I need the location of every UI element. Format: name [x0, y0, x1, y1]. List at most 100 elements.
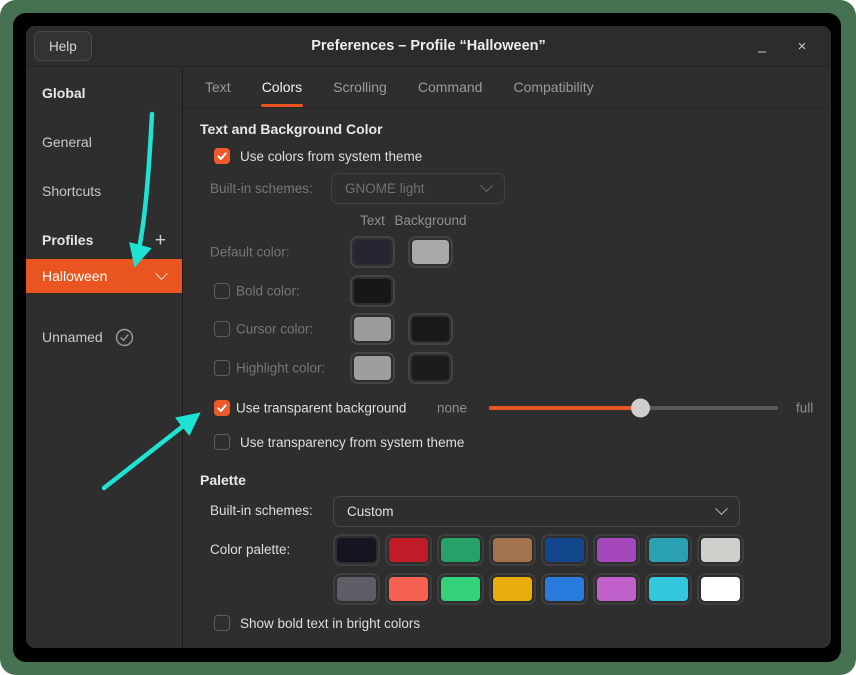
- text-bg-heading: Text and Background Color: [200, 121, 383, 137]
- chevron-down-icon: [480, 179, 493, 193]
- palette-heading: Palette: [200, 472, 246, 488]
- slider-fill: [489, 398, 650, 418]
- close-icon: ×: [797, 37, 807, 55]
- show-bold-label: Show bold text in bright colors: [240, 615, 421, 631]
- tab-scrolling[interactable]: Scrolling: [333, 67, 387, 107]
- window-body: Global General Shortcuts Profiles + Hall…: [26, 67, 831, 648]
- palette-color-10[interactable]: [437, 573, 484, 605]
- palette-color-11[interactable]: [489, 573, 536, 605]
- palette-row-1: [333, 534, 744, 566]
- tab-colors[interactable]: Colors: [260, 67, 304, 107]
- cursor-color-row: Cursor color:: [183, 313, 831, 345]
- show-bold-checkbox[interactable]: [214, 615, 230, 631]
- builtin-schemes-value-palette: Custom: [347, 504, 394, 519]
- column-header-background: Background: [394, 213, 467, 228]
- default-text-color-swatch: [350, 236, 395, 268]
- highlight-color-label: Highlight color:: [236, 360, 326, 376]
- sidebar-item-general-label: General: [42, 134, 92, 150]
- bold-color-label: Bold color:: [236, 283, 300, 299]
- minimize-button[interactable]: –: [749, 33, 775, 60]
- minimize-icon: –: [757, 42, 767, 60]
- palette-color-0[interactable]: [333, 534, 380, 566]
- builtin-schemes-dropdown-textbg: GNOME light: [331, 173, 505, 204]
- tab-command[interactable]: Command: [418, 67, 483, 107]
- bold-color-row: Bold color:: [183, 275, 831, 307]
- palette-color-3[interactable]: [489, 534, 536, 566]
- slider-min-label: none: [437, 400, 468, 416]
- default-color-row: Default color:: [183, 236, 831, 268]
- checkmark-icon: [217, 404, 227, 412]
- preferences-window: Help Preferences – Profile “Halloween” –…: [26, 26, 831, 648]
- window-controls: – ×: [749, 33, 815, 60]
- palette-color-15[interactable]: [697, 573, 744, 605]
- use-transparent-background-checkbox[interactable]: [214, 400, 230, 416]
- titlebar: Help Preferences – Profile “Halloween” –…: [26, 26, 831, 67]
- palette-color-13[interactable]: [593, 573, 640, 605]
- sidebar-header-profiles: Profiles +: [26, 223, 182, 257]
- check-circle-icon: [115, 328, 133, 346]
- highlight-foreground-swatch: [350, 352, 395, 384]
- transparency-slider[interactable]: [489, 398, 778, 418]
- tab-bar: Text Colors Scrolling Command Compatibil…: [183, 67, 831, 108]
- sidebar-header-profiles-label: Profiles: [42, 232, 94, 248]
- builtin-schemes-dropdown-palette[interactable]: Custom: [333, 496, 740, 527]
- main-panel: Text Colors Scrolling Command Compatibil…: [183, 67, 831, 648]
- palette-color-5[interactable]: [593, 534, 640, 566]
- transparency-from-theme-checkbox[interactable]: [214, 434, 230, 450]
- sidebar-item-shortcuts-label: Shortcuts: [42, 183, 102, 199]
- sidebar-header-global-label: Global: [42, 85, 86, 101]
- palette-color-1[interactable]: [385, 534, 432, 566]
- palette-color-2[interactable]: [437, 534, 484, 566]
- palette-color-7[interactable]: [697, 534, 744, 566]
- palette-color-12[interactable]: [541, 573, 588, 605]
- close-button[interactable]: ×: [789, 33, 815, 59]
- palette-color-4[interactable]: [541, 534, 588, 566]
- transparent-background-row: Use transparent background none full: [183, 392, 831, 424]
- palette-color-6[interactable]: [645, 534, 692, 566]
- cursor-foreground-swatch: [350, 313, 395, 345]
- sidebar-item-general[interactable]: General: [26, 125, 182, 159]
- sidebar-item-shortcuts[interactable]: Shortcuts: [26, 174, 182, 208]
- palette-color-8[interactable]: [333, 573, 380, 605]
- chevron-down-icon: [715, 502, 728, 516]
- window-shadow: Help Preferences – Profile “Halloween” –…: [13, 13, 841, 662]
- bold-color-checkbox: [214, 283, 230, 299]
- color-palette-label: Color palette:: [210, 542, 291, 557]
- tab-compatibility[interactable]: Compatibility: [513, 67, 593, 107]
- slider-max-label: full: [796, 400, 814, 416]
- palette-row-2: [333, 573, 744, 605]
- default-color-label: Default color:: [210, 244, 290, 260]
- sidebar-header-global: Global: [26, 76, 182, 110]
- column-header-text: Text: [360, 213, 385, 228]
- transparency-from-theme-label: Use transparency from system theme: [240, 434, 465, 450]
- use-system-theme-checkbox[interactable]: [214, 148, 230, 164]
- default-background-color-swatch: [408, 236, 453, 268]
- builtin-schemes-label-textbg: Built-in schemes:: [210, 181, 313, 196]
- colors-tab-content: Text and Background Color Use colors fro…: [183, 107, 831, 648]
- show-bold-row: Show bold text in bright colors: [214, 615, 420, 631]
- checkmark-icon: [217, 152, 227, 160]
- help-button[interactable]: Help: [34, 31, 92, 61]
- cursor-color-label: Cursor color:: [236, 321, 314, 337]
- slider-handle[interactable]: [631, 398, 650, 418]
- palette-color-9[interactable]: [385, 573, 432, 605]
- sidebar-item-unnamed[interactable]: Unnamed: [26, 320, 182, 354]
- tab-text[interactable]: Text: [205, 67, 231, 107]
- highlight-color-checkbox: [214, 360, 230, 376]
- transparency-from-theme-row: Use transparency from system theme: [214, 434, 464, 450]
- use-system-theme-row: Use colors from system theme: [214, 148, 422, 164]
- screenshot-canvas: Help Preferences – Profile “Halloween” –…: [0, 0, 856, 675]
- use-transparent-background-label: Use transparent background: [236, 400, 407, 416]
- cursor-color-checkbox: [214, 321, 230, 337]
- window-title: Preferences – Profile “Halloween”: [311, 38, 546, 54]
- use-system-theme-label: Use colors from system theme: [240, 148, 423, 164]
- cursor-background-swatch: [408, 313, 453, 345]
- highlight-color-row: Highlight color:: [183, 352, 831, 384]
- add-profile-button[interactable]: +: [155, 231, 166, 250]
- sidebar-item-halloween[interactable]: Halloween: [26, 259, 182, 293]
- builtin-schemes-value-textbg: GNOME light: [345, 181, 425, 196]
- builtin-schemes-label-palette: Built-in schemes:: [210, 503, 313, 518]
- chevron-down-icon[interactable]: [155, 266, 168, 280]
- palette-color-14[interactable]: [645, 573, 692, 605]
- bold-text-color-swatch: [350, 275, 395, 307]
